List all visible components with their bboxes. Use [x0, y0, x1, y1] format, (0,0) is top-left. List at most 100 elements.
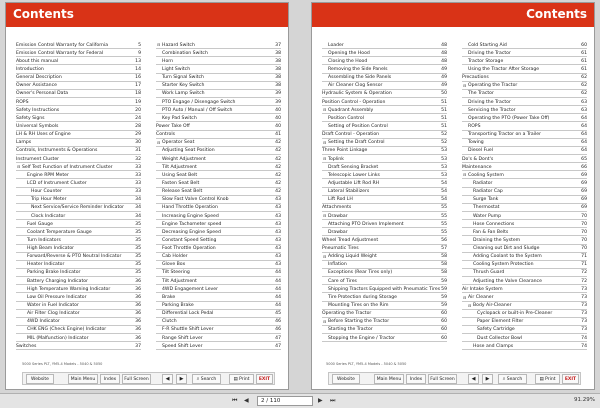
forward-button[interactable]: ▶ — [482, 374, 493, 384]
toc-entry[interactable]: Using Seat Belt 42 — [156, 171, 281, 180]
toc-entry[interactable]: Controls 41 — [156, 131, 281, 139]
toc-entry[interactable]: Safety Signs 24 — [16, 114, 141, 123]
toc-entry[interactable]: Radiator Cap 69 — [462, 188, 587, 196]
toc-entry[interactable]: Parking Brake Indicator 35 — [16, 269, 141, 278]
toc-entry[interactable]: Foot Throttle Operation 43 — [156, 245, 281, 253]
toc-entry[interactable]: Key Pad Switch 40 — [156, 114, 281, 123]
index-button[interactable]: Index — [100, 374, 120, 384]
toc-entry[interactable]: Decreasing Engine Speed 43 — [156, 228, 281, 237]
toc-entry[interactable]: Diesel Fuel 64 — [462, 147, 587, 155]
toc-entry[interactable]: ⊟ Quadrant Assembly 51 — [322, 106, 447, 115]
toc-entry[interactable]: High Temperature Warning Indicator 36 — [16, 285, 141, 294]
toc-entry[interactable]: Constant Speed Setting 43 — [156, 236, 281, 245]
toc-entry[interactable]: Closing the Hood 48 — [322, 57, 447, 66]
toc-entry[interactable]: ⊟ Toplink 53 — [322, 155, 447, 164]
toc-entry[interactable]: Mounting Tires on the Rim 59 — [322, 302, 447, 310]
toc-entry[interactable]: Clutch 46 — [156, 318, 281, 326]
toc-entry[interactable]: Hose and Clamps 74 — [462, 342, 587, 351]
toc-entry[interactable]: Draining the System 70 — [462, 236, 587, 245]
collapse-toggle-icon[interactable]: ⊟ — [323, 213, 326, 218]
collapse-toggle-icon[interactable]: ⊟ — [463, 295, 466, 300]
toc-entry[interactable]: Stopping the Engine / Tractor 60 — [322, 334, 447, 343]
toc-entry[interactable]: Draft Sensing Bracket 53 — [322, 163, 447, 172]
toc-entry[interactable]: Brake 44 — [156, 293, 281, 302]
collapse-toggle-icon[interactable]: ⊟ — [323, 254, 326, 259]
toc-entry[interactable]: Tire Protection during Storage 59 — [322, 293, 447, 302]
toc-entry[interactable]: Hydraulic System & Operation 50 — [322, 90, 447, 98]
toc-entry[interactable]: Transporting Tractor on a Trailer 64 — [462, 131, 587, 139]
toc-entry[interactable]: Inflation 58 — [322, 261, 447, 269]
search-button[interactable]: ⌕ Search — [498, 374, 527, 384]
toc-entry[interactable]: Owner Assistance 17 — [16, 82, 141, 90]
toc-entry[interactable]: Operating the PTO (Power Take Off) 64 — [462, 114, 587, 123]
toc-entry[interactable]: Maintenance 66 — [462, 163, 587, 172]
full-screen-button[interactable]: Full Screen — [428, 374, 457, 384]
toc-entry[interactable]: Fuel Gauge 35 — [16, 220, 141, 229]
toc-entry[interactable]: LH & RH Uses of Engine 29 — [16, 131, 141, 139]
toc-entry[interactable]: Tilt Adjustment 44 — [156, 277, 281, 286]
toc-entry[interactable]: Loader 48 — [322, 41, 447, 50]
toc-entry[interactable]: Parking Brake 44 — [156, 302, 281, 310]
toc-entry[interactable]: Increasing Engine Speed 43 — [156, 212, 281, 221]
toc-entry[interactable]: Power Take Off 40 — [156, 122, 281, 131]
toc-entry[interactable]: Coolant Temperature Gauge 35 — [16, 228, 141, 237]
toc-entry[interactable]: Radiator 69 — [462, 179, 587, 188]
collapse-toggle-icon[interactable]: ⊟ — [323, 319, 326, 324]
first-page-button[interactable]: ⏮ — [232, 397, 237, 405]
toc-entry[interactable]: Work Lamp Switch 39 — [156, 90, 281, 98]
toc-entry[interactable]: About this manual 13 — [16, 57, 141, 66]
exit-button[interactable]: EXIT — [256, 374, 273, 384]
main-menu-button[interactable]: Main Menu — [374, 374, 404, 384]
toc-entry[interactable]: ROPS 19 — [16, 98, 141, 107]
toc-entry[interactable]: Using the Tractor After Storage 61 — [462, 65, 587, 74]
toc-entry[interactable]: Exceptions (Rear Tires only) 58 — [322, 269, 447, 278]
toc-entry[interactable]: Thermostat 69 — [462, 204, 587, 212]
toc-entry[interactable]: Trip Hour Meter 34 — [16, 196, 141, 204]
toc-entry[interactable]: Low Oil Pressure Indicator 36 — [16, 293, 141, 302]
toc-entry[interactable]: ⊟ Drawbar 55 — [322, 212, 447, 221]
toc-entry[interactable]: Differential Lock Pedal 45 — [156, 310, 281, 318]
main-menu-button[interactable]: Main Menu — [68, 374, 98, 384]
toc-entry[interactable]: Emission Control Warranty for Federal 9 — [16, 49, 141, 58]
toc-entry[interactable]: 4WD Engagement Lever 44 — [156, 285, 281, 294]
toc-entry[interactable]: ⊟ Body Air-Cleaner 73 — [462, 302, 587, 310]
toc-entry[interactable]: Cyclopack or built-in Pre-Cleaner 73 — [462, 310, 587, 318]
collapse-toggle-icon[interactable]: ⊟ — [463, 172, 466, 177]
last-page-button[interactable]: ⏭ — [330, 397, 335, 405]
toc-entry[interactable]: Turn Indicators 35 — [16, 236, 141, 245]
toc-entry[interactable]: ⊟ Cooling System 69 — [462, 171, 587, 180]
toc-entry[interactable]: ⊟ Before Starting the Tractor 60 — [322, 318, 447, 326]
toc-entry[interactable]: ⊟ Setting the Draft Control 52 — [322, 139, 447, 147]
toc-entry[interactable]: Cold Starting Aid 60 — [462, 41, 587, 50]
toc-entry[interactable]: Air Filter Clog Indicator 36 — [16, 310, 141, 318]
prev-page-button[interactable]: ◀ — [244, 397, 249, 404]
print-button[interactable]: ▤ Print — [229, 374, 254, 384]
forward-button[interactable]: ▶ — [176, 374, 187, 384]
toc-entry[interactable]: ⊟ Operator Seat 42 — [156, 139, 281, 147]
toc-entry[interactable]: High Beam Indicator 35 — [16, 245, 141, 253]
toc-entry[interactable]: Hose Connections 70 — [462, 220, 587, 229]
toc-entry[interactable]: Lift Rod LH 54 — [322, 196, 447, 204]
collapse-toggle-icon[interactable]: ⊟ — [463, 83, 466, 88]
toc-entry[interactable]: Slow Fast Valve Control Knob 43 — [156, 196, 281, 204]
toc-entry[interactable]: Setting of Position Control 51 — [322, 122, 447, 131]
toc-entry[interactable]: Starting the Tractor 60 — [322, 326, 447, 335]
toc-entry[interactable]: General Description 16 — [16, 74, 141, 82]
collapse-toggle-icon[interactable]: ⊟ — [157, 42, 160, 47]
toc-entry[interactable]: Cleaning out Dirt and Sludge 70 — [462, 245, 587, 253]
toc-entry[interactable]: Adjusting Seat Position 42 — [156, 147, 281, 155]
toc-entry[interactable]: Speed Shift Lever 47 — [156, 342, 281, 351]
toc-entry[interactable]: Lamps 30 — [16, 139, 141, 147]
toc-entry[interactable]: Glove Box 43 — [156, 261, 281, 269]
toc-entry[interactable]: Engine Tachometer speed 43 — [156, 220, 281, 229]
toc-entry[interactable]: Driving the Tractor 61 — [462, 49, 587, 58]
toc-entry[interactable]: Turn Signal Switch 38 — [156, 74, 281, 82]
toc-entry[interactable]: Driving the Tractor 63 — [462, 98, 587, 107]
collapse-toggle-icon[interactable]: ⊟ — [323, 107, 326, 112]
toc-entry[interactable]: Fasten Seat Belt 42 — [156, 179, 281, 188]
collapse-toggle-icon[interactable]: ⊟ — [468, 303, 471, 308]
toc-entry[interactable]: Light Switch 38 — [156, 65, 281, 74]
toc-entry[interactable]: Adjustable Lift Rod RH 54 — [322, 179, 447, 188]
collapse-toggle-icon[interactable]: ⊟ — [323, 140, 326, 145]
toc-entry[interactable]: Engine RPM Meter 33 — [16, 171, 141, 180]
